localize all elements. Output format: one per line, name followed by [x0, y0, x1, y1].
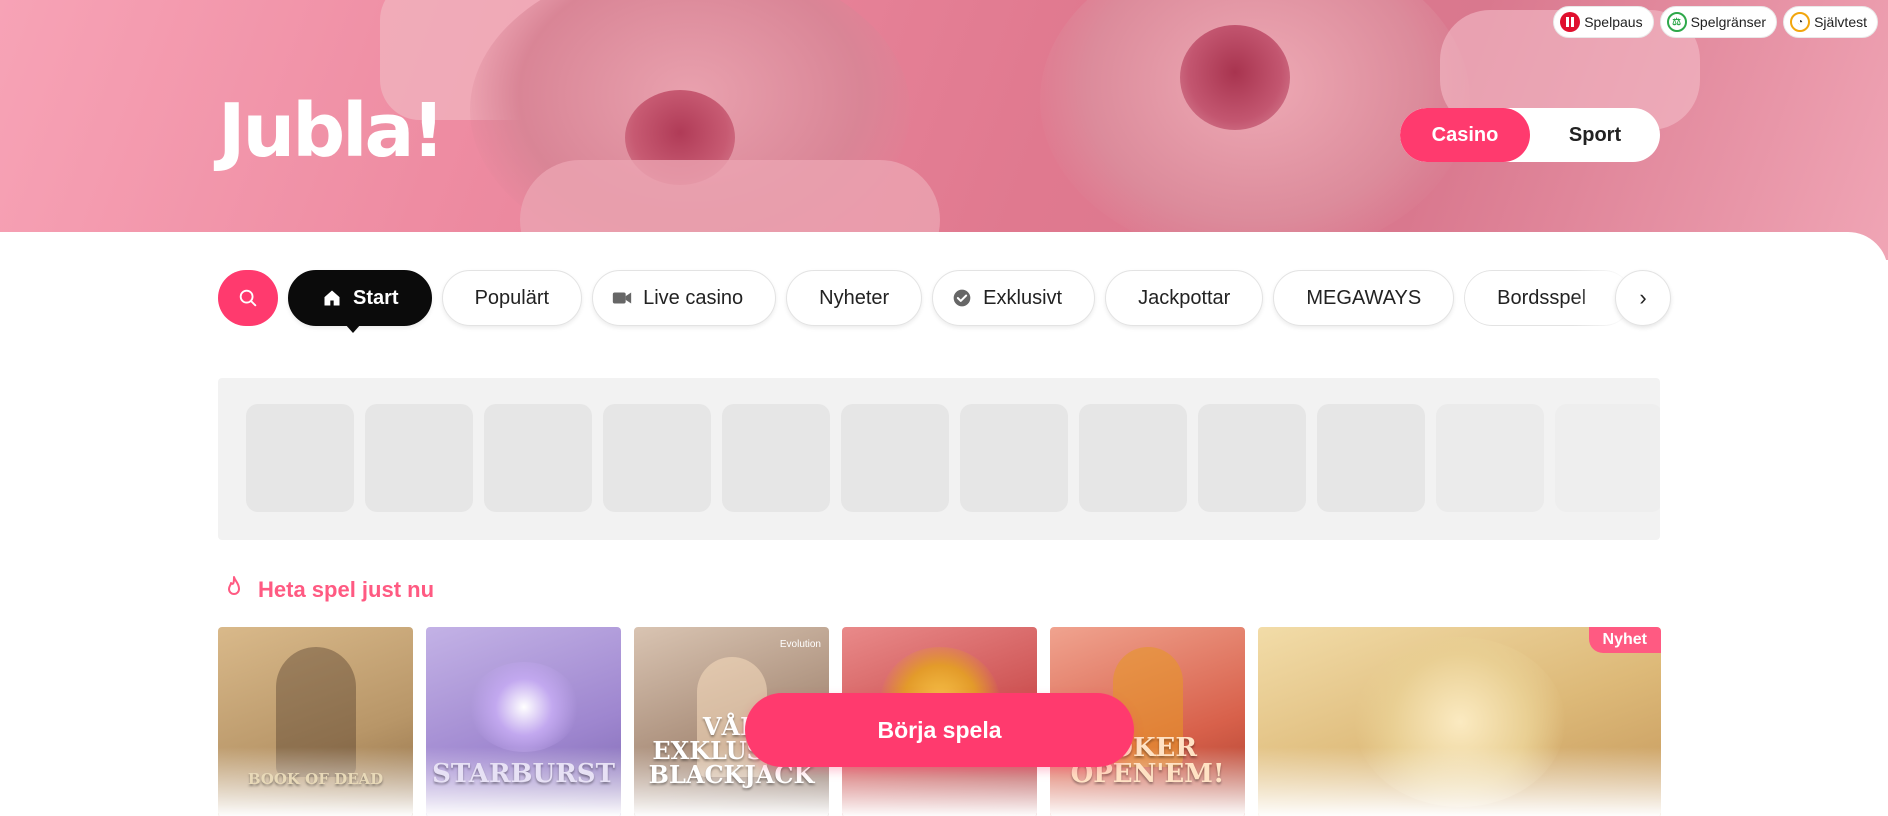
- tab-megaways[interactable]: MEGAWAYS: [1273, 270, 1455, 326]
- spelpaus-button[interactable]: Spelpaus: [1553, 6, 1654, 38]
- responsible-gaming-bar: Spelpaus ⚖ Spelgränser ◔ Självtest: [1553, 6, 1878, 38]
- tab-exclusive-label: Exklusivt: [983, 286, 1063, 309]
- chevron-right-icon: ›: [1639, 285, 1647, 310]
- tab-jackpots-label: Jackpottar: [1138, 286, 1231, 309]
- tab-live-casino-label: Live casino: [643, 286, 744, 309]
- tab-news-label: Nyheter: [819, 286, 890, 309]
- provider-logo: Evolution: [779, 639, 821, 650]
- tab-start-label: Start: [353, 286, 399, 309]
- game-tile[interactable]: BOOK OF DEAD: [218, 627, 413, 816]
- skeleton-tile: [1317, 404, 1425, 512]
- skeleton-tile: [1436, 404, 1544, 512]
- skeleton-tile: [365, 404, 473, 512]
- check-circle-icon: [951, 287, 973, 309]
- mode-switch: Casino Sport: [1400, 108, 1660, 162]
- spelgranser-button[interactable]: ⚖ Spelgränser: [1659, 6, 1778, 38]
- casino-tab[interactable]: Casino: [1400, 108, 1530, 162]
- section-title: Heta spel just nu: [258, 576, 435, 602]
- game-title: BOOK OF DEAD: [247, 770, 384, 788]
- tab-table-games-label: Bordsspel: [1497, 286, 1587, 309]
- skeleton-tile: [246, 404, 354, 512]
- game-tile[interactable]: Nyhet: [1258, 627, 1661, 816]
- skeleton-tile: [603, 404, 711, 512]
- skeleton-tile: [1198, 404, 1306, 512]
- tab-popular[interactable]: Populärt: [441, 270, 583, 326]
- hero-image-mouth-right: [1180, 25, 1290, 130]
- tab-jackpots[interactable]: Jackpottar: [1105, 270, 1264, 326]
- gauge-icon: ◔: [1790, 12, 1811, 32]
- game-artwork: [468, 662, 579, 752]
- game-title: STARBURST: [432, 759, 615, 789]
- pause-icon: [1560, 12, 1581, 32]
- tab-exclusive[interactable]: Exklusivt: [932, 270, 1096, 326]
- tab-table-games[interactable]: Bordsspel: [1464, 270, 1633, 326]
- tab-megaways-label: MEGAWAYS: [1306, 286, 1422, 309]
- flame-icon: [222, 574, 246, 605]
- brand-logo[interactable]: Jubla!: [218, 94, 445, 168]
- tab-start[interactable]: Start: [288, 270, 432, 333]
- start-playing-button[interactable]: Börja spela: [745, 693, 1134, 767]
- nav-next-button[interactable]: ›: [1615, 270, 1671, 326]
- skeleton-tile: [484, 404, 592, 512]
- game-artwork: [275, 647, 356, 777]
- hero-banner: Jubla! Spelpaus ⚖ Spelgränser ◔ Självtes…: [0, 0, 1888, 260]
- skeleton-tile: [1555, 404, 1660, 512]
- featured-loading-placeholder: [218, 378, 1660, 540]
- skeleton-tile: [1079, 404, 1187, 512]
- skeleton-tile: [841, 404, 949, 512]
- video-camera-icon: [611, 287, 633, 309]
- search-icon: [239, 289, 257, 307]
- tab-popular-label: Populärt: [474, 286, 550, 309]
- tab-live-casino[interactable]: Live casino: [592, 270, 777, 326]
- skeleton-tile: [960, 404, 1068, 512]
- limits-icon: ⚖: [1666, 12, 1687, 32]
- category-nav: Start Populärt Live casino Nyheter Exklu…: [218, 270, 1633, 333]
- game-artwork: [1354, 637, 1565, 807]
- new-badge: Nyhet: [1588, 627, 1661, 653]
- sjalvtest-button[interactable]: ◔ Självtest: [1783, 6, 1878, 38]
- sport-tab[interactable]: Sport: [1530, 108, 1660, 162]
- home-icon: [321, 287, 343, 309]
- sjalvtest-label: Självtest: [1814, 14, 1867, 30]
- skeleton-tile: [722, 404, 830, 512]
- section-header: Heta spel just nu: [222, 574, 434, 605]
- spelpaus-label: Spelpaus: [1584, 14, 1643, 30]
- spelgranser-label: Spelgränser: [1690, 14, 1767, 30]
- tab-news[interactable]: Nyheter: [786, 270, 923, 326]
- game-tile[interactable]: STARBURST: [426, 627, 621, 816]
- search-button[interactable]: [218, 270, 278, 326]
